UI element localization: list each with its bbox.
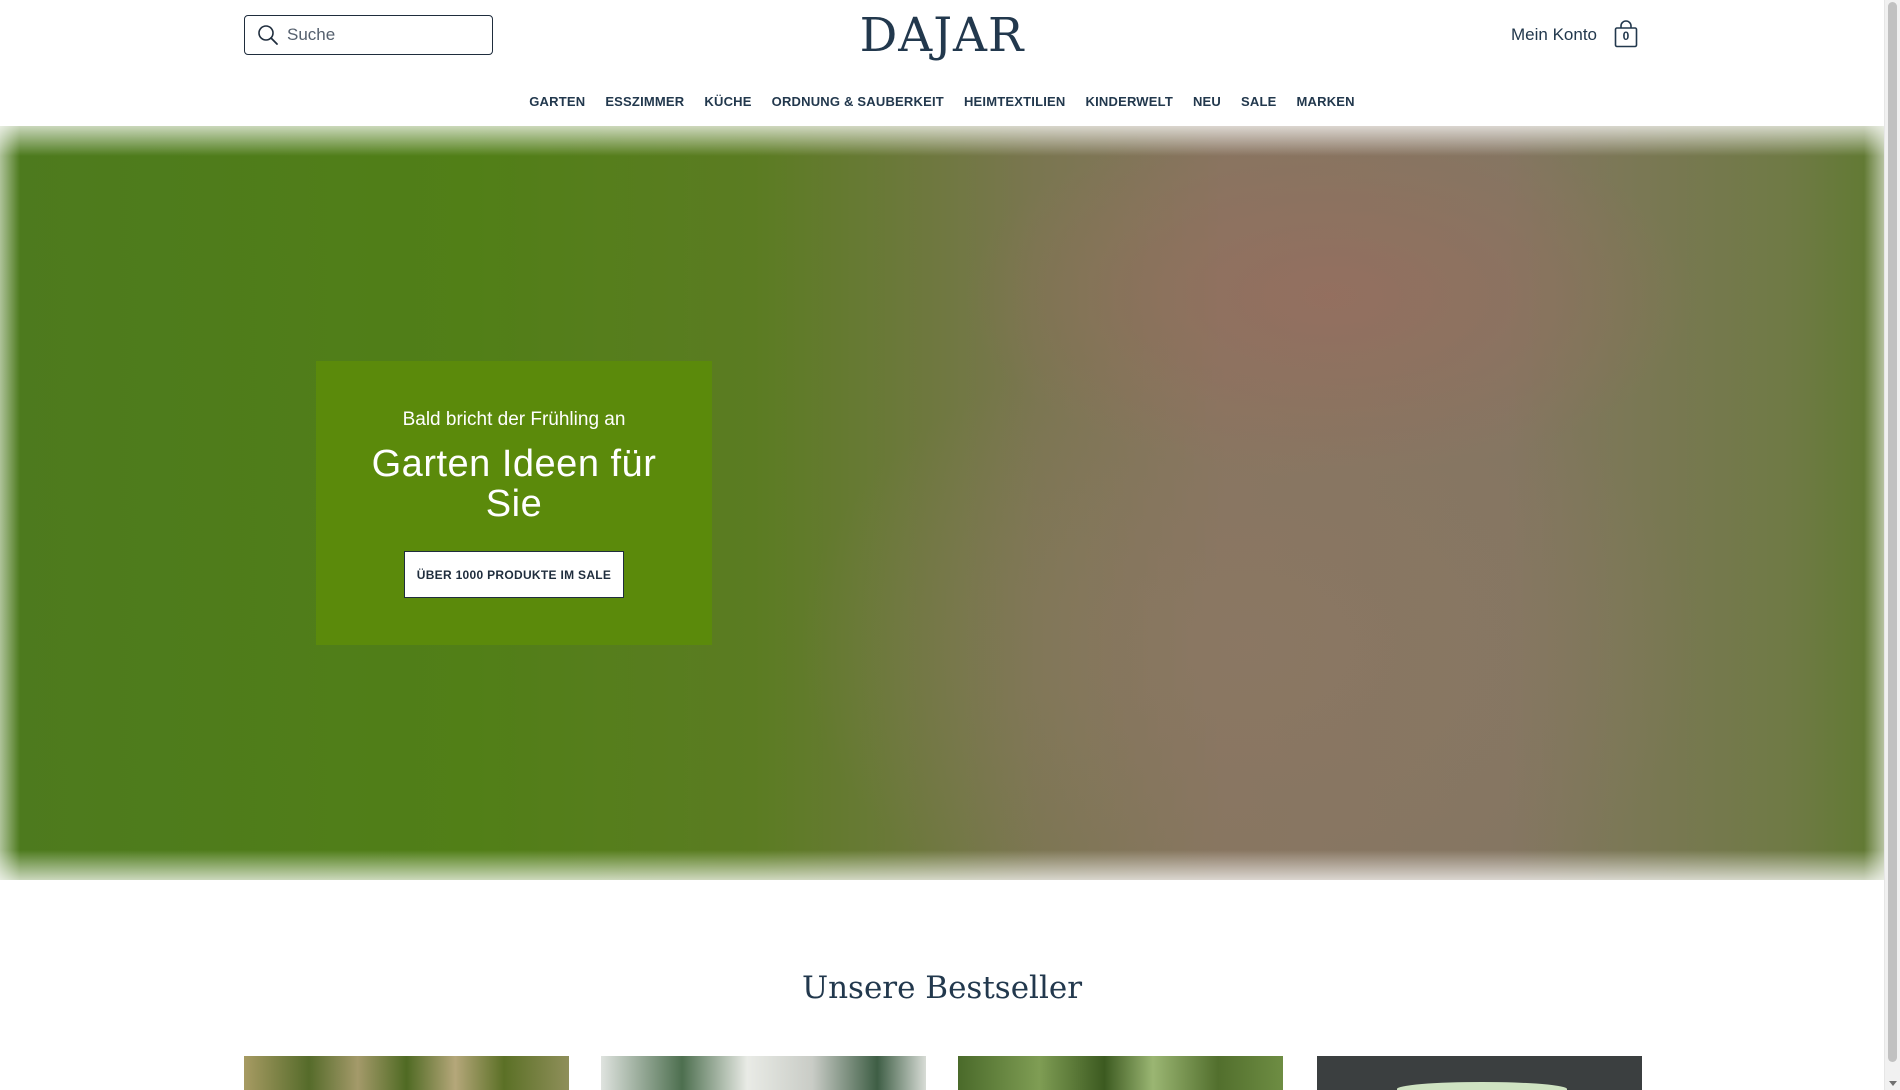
site-header: DAJAR Mein Konto 0 GARTEN ESSZIMMER KÜCH…	[0, 0, 1884, 126]
hero-banner[interactable]: Bald bricht der Frühling an Garten Ideen…	[0, 126, 1884, 880]
product-chair-shape	[1397, 1082, 1567, 1090]
hero-title: Garten Ideen für Sie	[371, 443, 657, 525]
hero-kicker: Bald bricht der Frühling an	[402, 409, 626, 430]
site-logo[interactable]: DAJAR	[0, 10, 1884, 62]
cart-button[interactable]: 0	[1614, 20, 1638, 48]
product-image[interactable]	[244, 1056, 569, 1090]
hero-card: Bald bricht der Frühling an Garten Ideen…	[316, 361, 712, 645]
nav-item-kueche[interactable]: KÜCHE	[694, 92, 761, 112]
hero-fade-bottom	[0, 850, 1884, 880]
sale-cta-button[interactable]: ÜBER 1000 PRODUKTE IM SALE	[403, 551, 625, 598]
cart-count-badge: 0	[1622, 29, 1630, 43]
hero-fade-left	[0, 126, 20, 880]
nav-item-sale[interactable]: SALE	[1231, 92, 1286, 112]
scrollbar-thumb[interactable]	[1888, 2, 1897, 1062]
nav-item-kinderwelt[interactable]: KINDERWELT	[1076, 92, 1183, 112]
hero-fade-top	[0, 126, 1884, 156]
bestseller-title: Unsere Bestseller	[801, 970, 1083, 1006]
nav-item-marken[interactable]: MARKEN	[1287, 92, 1365, 112]
product-image[interactable]	[601, 1056, 926, 1090]
main-nav: GARTEN ESSZIMMER KÜCHE ORDNUNG & SAUBERK…	[0, 92, 1884, 112]
product-image[interactable]	[1317, 1056, 1642, 1090]
nav-item-neu[interactable]: NEU	[1183, 92, 1231, 112]
nav-item-garten[interactable]: GARTEN	[519, 92, 595, 112]
product-image[interactable]	[958, 1056, 1283, 1090]
account-link[interactable]: Mein Konto	[1511, 25, 1597, 45]
nav-item-heimtextilien[interactable]: HEIMTEXTILIEN	[954, 92, 1076, 112]
page-scrollbar[interactable]	[1884, 0, 1900, 1090]
nav-item-ordnung-sauberkeit[interactable]: ORDNUNG & SAUBERKEIT	[762, 92, 954, 112]
scroll-down-arrow-icon[interactable]	[1889, 1081, 1897, 1086]
nav-item-esszimmer[interactable]: ESSZIMMER	[595, 92, 694, 112]
hero-fade-right	[1864, 126, 1884, 880]
bestseller-product-row	[244, 1056, 1642, 1090]
